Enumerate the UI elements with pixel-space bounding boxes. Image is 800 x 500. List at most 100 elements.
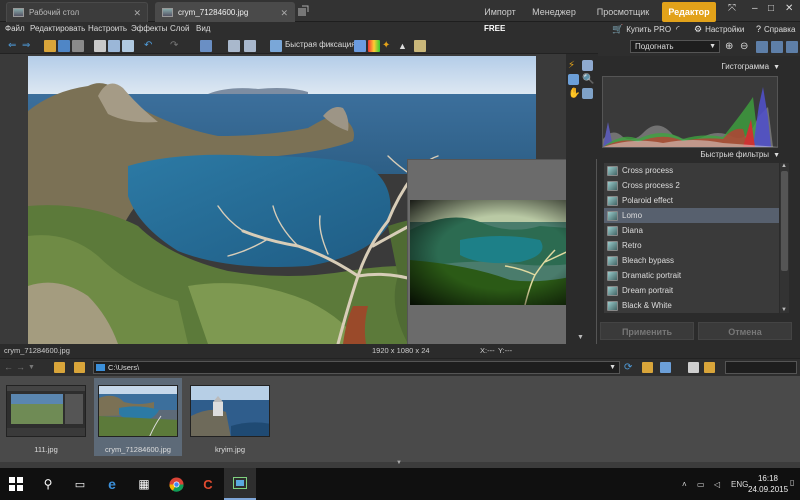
cut-icon[interactable] <box>94 40 106 52</box>
hand-icon[interactable]: ✋ <box>568 88 580 99</box>
undo-icon[interactable]: ↶ <box>144 40 156 52</box>
print-preview-icon[interactable] <box>582 60 593 71</box>
close-icon[interactable]: ✕ <box>133 8 141 19</box>
settings-link[interactable]: ⚙ Настройки <box>694 24 744 35</box>
filter-diana[interactable]: Diana <box>604 223 779 238</box>
feed-button[interactable]: ◜ <box>676 24 683 35</box>
mode-viewer[interactable]: Просмотщик <box>588 2 658 22</box>
thumbnail-item-selected[interactable]: crym_71284600.jpg <box>94 378 182 456</box>
volume-icon[interactable]: ◁ <box>714 480 720 489</box>
quick-fix-icon[interactable] <box>270 40 282 52</box>
save-icon[interactable] <box>58 40 70 52</box>
mode-import[interactable]: Импорт <box>478 2 522 22</box>
filter-dream-portrait[interactable]: Dream portrait <box>604 283 779 298</box>
cancel-button[interactable]: Отмена <box>698 322 792 340</box>
open-icon[interactable] <box>44 40 56 52</box>
menu-edit[interactable]: Редактировать <box>30 24 85 33</box>
magnifier-icon[interactable]: 🔍 <box>582 74 594 85</box>
chevron-down-icon[interactable]: ▼ <box>28 362 39 373</box>
scroll-up-icon[interactable]: ▲ <box>781 163 787 169</box>
back-icon[interactable]: ⇐ <box>8 40 20 52</box>
quick-filters-header[interactable]: Быстрые фильтры ▼ <box>700 150 780 159</box>
thumbnail-item[interactable]: 111.jpg <box>2 378 90 456</box>
sort-icon[interactable] <box>660 362 671 373</box>
path-input[interactable]: C:\Users\ ▼ <box>93 361 620 374</box>
filter-polaroid-effect[interactable]: Polaroid effect <box>604 193 779 208</box>
search-input[interactable] <box>725 361 797 374</box>
task-view-icon[interactable]: ▭ <box>64 468 96 500</box>
filter-retro[interactable]: Retro <box>604 238 779 253</box>
menu-view[interactable]: Вид <box>196 24 210 33</box>
search-icon[interactable]: ⚲ <box>32 468 64 500</box>
thumbnail-item[interactable]: kryim.jpg <box>186 378 274 456</box>
network-icon[interactable]: ▭ <box>697 480 705 489</box>
start-button[interactable] <box>0 468 32 500</box>
scroll-down-icon[interactable]: ▼ <box>577 334 584 341</box>
view-single-icon[interactable] <box>228 40 240 52</box>
auto-adjust-icon[interactable] <box>354 40 366 52</box>
filter-black-white[interactable]: Black & White <box>604 298 779 313</box>
thumbnail-view-icon[interactable] <box>688 362 699 373</box>
filter-dramatic-portrait[interactable]: Dramatic portrait <box>604 268 779 283</box>
folder-filter-icon[interactable] <box>642 362 653 373</box>
minimize-icon[interactable]: – <box>752 3 758 14</box>
print-icon[interactable] <box>72 40 84 52</box>
canvas-area[interactable] <box>0 54 597 349</box>
ccleaner-icon[interactable]: C <box>192 468 224 500</box>
crop-icon[interactable] <box>414 40 426 52</box>
quick-fix-label[interactable]: Быстрая фиксация <box>285 40 356 49</box>
buy-pro-link[interactable]: 🛒 Купить PRO <box>612 24 671 35</box>
tab-document[interactable]: crym_71284600.jpg ✕ <box>155 2 295 22</box>
new-tab-icon[interactable] <box>297 5 309 17</box>
actual-size-icon[interactable] <box>771 41 783 53</box>
folder-up-icon[interactable] <box>54 362 65 373</box>
menu-effects[interactable]: Эффекты <box>131 24 167 33</box>
folder-icon[interactable] <box>74 362 85 373</box>
tray-chevron-icon[interactable]: ˄ <box>682 480 687 489</box>
edge-icon[interactable]: e <box>96 468 128 500</box>
menu-layer[interactable]: Слой <box>170 24 189 33</box>
folder-open-icon[interactable] <box>704 362 715 373</box>
menu-file[interactable]: Файл <box>5 24 25 33</box>
mode-editor[interactable]: Редактор <box>662 2 716 22</box>
copy-icon[interactable] <box>108 40 120 52</box>
refresh-icon[interactable]: ⟳ <box>624 362 635 373</box>
forward-icon[interactable]: ⇒ <box>22 40 34 52</box>
tab-desktop[interactable]: Рабочий стол ✕ <box>6 2 148 22</box>
redo-icon[interactable]: ↷ <box>170 40 182 52</box>
scroll-thumb[interactable] <box>781 171 788 271</box>
store-icon[interactable]: ▦ <box>128 468 160 500</box>
help-link[interactable]: ? Справка <box>756 24 795 34</box>
histogram-header[interactable]: Гистограмма ▼ <box>721 62 780 71</box>
mode-manager[interactable]: Менеджер <box>528 2 580 22</box>
image-icon[interactable] <box>568 74 579 85</box>
close-icon[interactable]: ✕ <box>280 8 288 19</box>
language-indicator[interactable]: ENG <box>731 480 748 489</box>
filter-bleach-bypass[interactable]: Bleach bypass <box>604 253 779 268</box>
back-icon[interactable]: ← <box>4 362 15 373</box>
apply-button[interactable]: Применить <box>600 322 694 340</box>
clock[interactable]: 16:18 24.09.2015 <box>748 473 788 495</box>
chrome-icon[interactable] <box>160 468 192 500</box>
fullscreen-icon[interactable]: ⤧ <box>728 3 736 14</box>
filter-scrollbar[interactable]: ▲ ▼ <box>780 163 789 313</box>
close-window-icon[interactable]: ✕ <box>785 3 793 14</box>
zoom-select[interactable]: Подогнать ▼ <box>630 40 720 53</box>
view-split-icon[interactable] <box>244 40 256 52</box>
fit-window-icon[interactable] <box>756 41 768 53</box>
chevron-down-icon[interactable]: ▼ <box>396 460 402 466</box>
sharpen-icon[interactable]: ▲ <box>398 40 410 52</box>
lightning-icon[interactable]: ⚡ <box>568 60 579 71</box>
zoom-out-icon[interactable]: ⊖ <box>740 41 752 53</box>
maximize-icon[interactable]: □ <box>768 3 774 14</box>
filter-lomo[interactable]: Lomo <box>604 208 779 223</box>
fullscreen-view-icon[interactable] <box>786 41 798 53</box>
zoom-in-icon[interactable]: ⊕ <box>725 41 737 53</box>
color-icon[interactable] <box>368 40 380 52</box>
forward-icon[interactable]: → <box>16 362 27 373</box>
crop-select-icon[interactable] <box>582 88 593 99</box>
notifications-icon[interactable]: ▯ <box>790 478 794 487</box>
filter-cross-process-2[interactable]: Cross process 2 <box>604 178 779 193</box>
menu-adjust[interactable]: Настроить <box>88 24 127 33</box>
scroll-down-icon[interactable]: ▼ <box>781 307 787 313</box>
